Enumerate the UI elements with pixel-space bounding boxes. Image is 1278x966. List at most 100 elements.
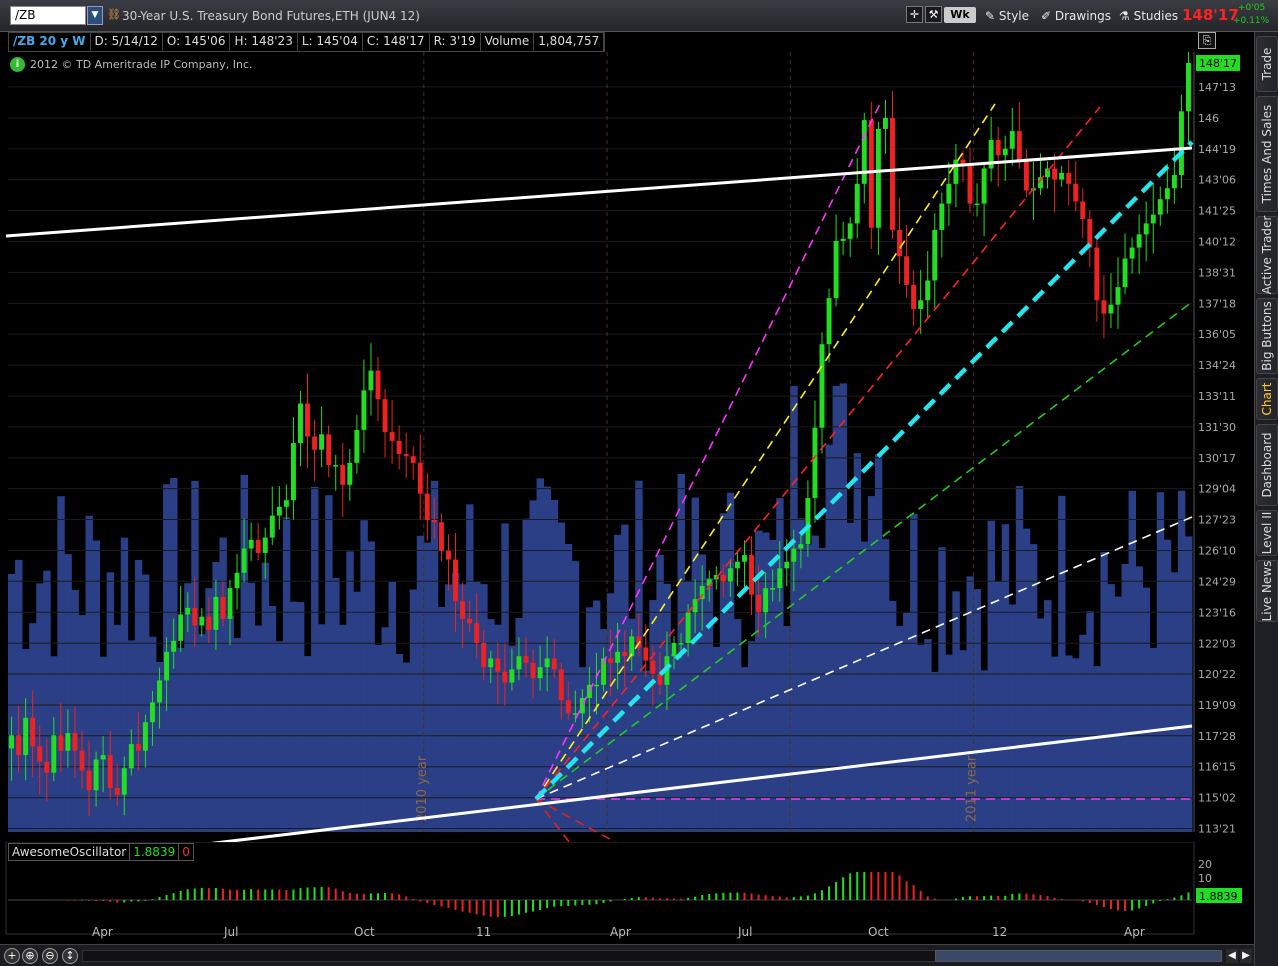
candle-body: [460, 601, 466, 619]
volume-bar: [867, 496, 876, 832]
price-chart[interactable]: 2010 year 2011 year 147'13 146 144'19 143'06…: [0, 52, 1254, 842]
volume-bar: [1072, 658, 1080, 832]
side-tab-chart[interactable]: Chart: [1256, 378, 1278, 420]
volume-bar: [691, 497, 700, 832]
volume-bar: [1121, 564, 1129, 832]
volume-bar: [1079, 634, 1087, 832]
oscillator-value: 1.8839: [130, 844, 180, 860]
candle-body: [100, 755, 106, 760]
last-price: 148'17: [1182, 6, 1239, 24]
candle-body: [734, 561, 740, 569]
wrench-icon[interactable]: ⚒: [925, 6, 942, 23]
volume-bar: [1065, 655, 1073, 832]
candle-body: [1171, 175, 1177, 189]
volume-bar: [1177, 490, 1186, 832]
time-label: Apr: [1124, 925, 1145, 939]
side-tab-dashboard[interactable]: Dashboard: [1256, 424, 1278, 506]
candle-body: [622, 651, 628, 657]
candle-body: [974, 203, 980, 206]
candle-body: [290, 443, 296, 501]
side-tab-active-trader[interactable]: Active Trader: [1256, 216, 1278, 294]
scroll-left-icon[interactable]: ◀: [1226, 949, 1238, 963]
symbol-period[interactable]: /ZB 20 y W: [9, 33, 91, 51]
volume-bar: [1093, 666, 1101, 832]
candle-body: [262, 537, 268, 553]
volume-bar: [811, 535, 819, 832]
side-tab-label: Chart: [1260, 382, 1274, 416]
volume-bar: [994, 581, 1003, 832]
candle-body: [171, 640, 177, 652]
candle-body: [594, 684, 599, 687]
volume-value: 1,804,757: [534, 33, 605, 51]
candle-body: [417, 462, 423, 494]
candle-body: [241, 548, 247, 573]
bar-open: O: 145'06: [163, 33, 231, 51]
candle-body: [1150, 214, 1156, 224]
side-tab-times-and-sales[interactable]: Times And Sales: [1256, 96, 1278, 212]
side-tab-level-ii[interactable]: Level II: [1256, 510, 1278, 556]
symbol-input[interactable]: /ZB: [10, 6, 86, 25]
side-tab-big-buttons[interactable]: Big Buttons: [1256, 298, 1278, 374]
candle-body: [298, 403, 303, 444]
volume-bar: [670, 654, 678, 832]
volume-bar: [444, 584, 453, 832]
volume-bar: [952, 591, 960, 832]
style-menu[interactable]: ✎ Style: [980, 6, 1034, 26]
zoom-out-icon[interactable]: ⊖: [42, 948, 58, 964]
side-tab-trade[interactable]: Trade: [1256, 36, 1278, 92]
candle-body: [812, 427, 818, 499]
candle-body: [199, 616, 205, 626]
studies-label: Studies: [1133, 9, 1179, 23]
osc-tick: 10: [1198, 872, 1212, 885]
drawings-menu[interactable]: ✐ Drawings: [1036, 6, 1116, 26]
candle-body: [615, 651, 621, 663]
candle-body: [1059, 172, 1065, 180]
chart-settings-icon[interactable]: ⎘: [1198, 32, 1216, 49]
link-icon[interactable]: ⛓: [107, 8, 121, 23]
oscillator-label[interactable]: AwesomeOscillator 1.8839 0: [8, 843, 194, 861]
aggregation-button[interactable]: Wk: [944, 7, 976, 23]
candle-body: [93, 759, 99, 791]
pan-icon[interactable]: ↕: [62, 948, 78, 964]
zoom-reset-icon[interactable]: +: [4, 948, 20, 964]
candle-body: [453, 559, 458, 602]
scroll-thumb[interactable]: [935, 950, 1222, 962]
candle-body: [495, 658, 501, 672]
candle-body: [558, 669, 564, 701]
candle-body: [86, 770, 92, 791]
side-tab-live-news[interactable]: Live News: [1256, 560, 1278, 622]
candle-body: [58, 735, 64, 751]
volume-bar: [15, 559, 23, 832]
volume-bar: [177, 647, 185, 832]
pencil-icon: ✐: [1041, 9, 1055, 23]
volume-bar: [1163, 539, 1172, 832]
price-tick: 147'13: [1198, 81, 1236, 94]
candle-body: [44, 761, 50, 773]
volume-bar: [466, 504, 474, 832]
studies-menu[interactable]: ⚗ Studies: [1114, 6, 1183, 26]
candle-body: [967, 164, 973, 204]
candle-body: [142, 722, 148, 751]
volume-bar: [318, 624, 326, 832]
volume-bar: [36, 583, 44, 832]
candle-body: [537, 667, 543, 679]
zoom-in-icon[interactable]: ⊕: [22, 948, 38, 964]
symbol-dropdown-button[interactable]: ▼: [87, 6, 103, 25]
volume-bar: [860, 541, 869, 832]
crosshair-icon[interactable]: ✛: [906, 6, 923, 23]
candle-body: [791, 548, 797, 562]
candle-body: [798, 544, 804, 549]
candle-body: [16, 735, 22, 756]
volume-bar: [649, 600, 657, 832]
candle-body: [51, 735, 57, 773]
price-tick: 134'24: [1198, 359, 1236, 372]
candle-body: [424, 493, 430, 520]
candle-body: [410, 456, 416, 463]
candle-body: [65, 733, 71, 751]
scroll-right-icon[interactable]: ▶: [1240, 949, 1252, 963]
volume-bar: [1184, 536, 1193, 832]
side-tab-label: Times And Sales: [1260, 104, 1274, 204]
time-label: 12: [992, 925, 1007, 939]
volume-bar: [226, 615, 234, 832]
candle-body: [911, 284, 917, 310]
